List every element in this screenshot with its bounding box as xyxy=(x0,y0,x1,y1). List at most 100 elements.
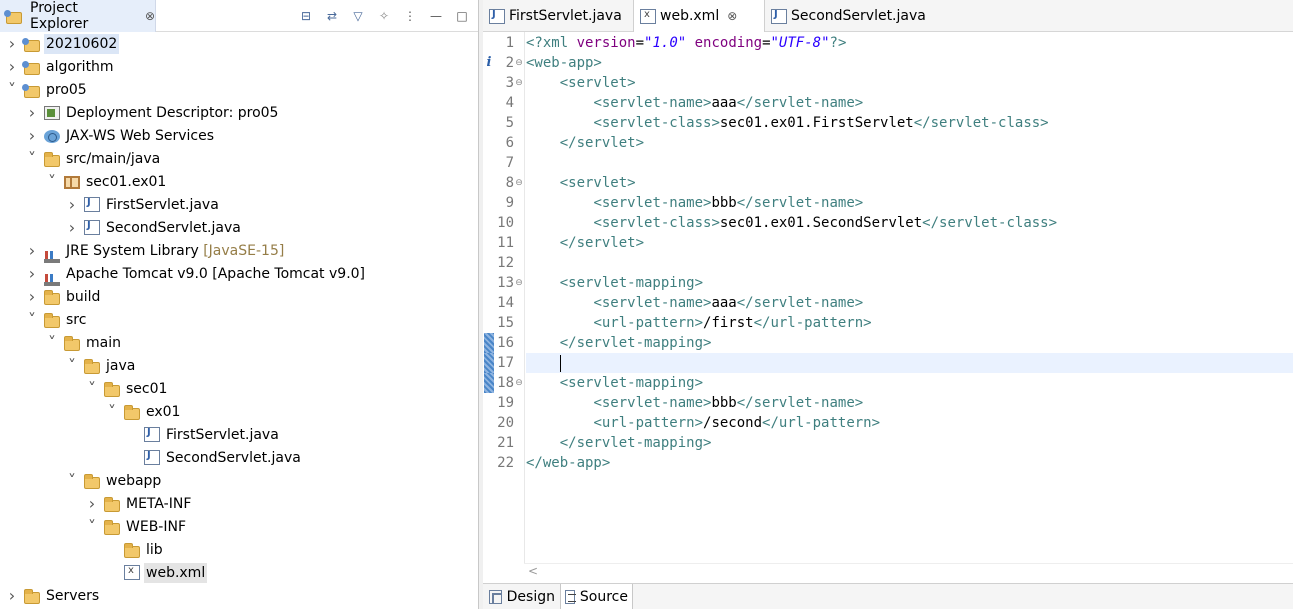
chevron-right-icon[interactable]: › xyxy=(6,586,18,605)
code-line[interactable]: </servlet> xyxy=(526,233,644,253)
tree-item[interactable]: ˅ WEB-INF xyxy=(0,515,478,538)
tree-item[interactable]: › SecondServlet.java xyxy=(0,216,478,239)
code-line[interactable]: <servlet> xyxy=(526,73,636,93)
tree-item[interactable]: ˅ ex01 xyxy=(0,400,478,423)
chevron-down-icon[interactable]: ˅ xyxy=(6,80,18,99)
filter-icon[interactable]: ▽ xyxy=(350,8,366,24)
editor-tab-label: FirstServlet.java xyxy=(509,8,622,24)
tree-item[interactable]: FirstServlet.java xyxy=(0,423,478,446)
code-line[interactable] xyxy=(526,353,1293,373)
tree-item[interactable]: › 20210602 xyxy=(0,32,478,55)
chevron-down-icon[interactable]: ˅ xyxy=(86,517,98,536)
code-line[interactable]: <url-pattern>/second</url-pattern> xyxy=(526,413,880,433)
chevron-right-icon[interactable]: › xyxy=(26,287,38,306)
collapse-all-icon[interactable]: ⊟ xyxy=(298,8,314,24)
chevron-right-icon[interactable]: › xyxy=(26,241,38,260)
tree-item[interactable]: › META-INF xyxy=(0,492,478,515)
code-line[interactable]: <servlet-class>sec01.ex01.FirstServlet</… xyxy=(526,113,1048,133)
editor-mode-tab[interactable]: Source xyxy=(560,584,633,609)
fold-toggle-icon[interactable]: ⊖ xyxy=(514,53,524,73)
tree-item[interactable]: › Servers xyxy=(0,584,478,607)
tree-item[interactable]: ˅ main xyxy=(0,331,478,354)
tree-item[interactable]: › JAX-WS Web Services xyxy=(0,124,478,147)
scroll-left-icon[interactable]: < xyxy=(528,564,538,578)
minimize-icon[interactable]: — xyxy=(428,8,444,24)
project-explorer-tab[interactable]: Project Explorer ⊗ xyxy=(0,0,156,32)
line-number: 20 xyxy=(497,415,514,431)
view-menu-icon[interactable]: ⋮ xyxy=(402,8,418,24)
code-line[interactable]: <?xml version="1.0" encoding="UTF-8"?> xyxy=(526,33,846,53)
code-line[interactable]: <web-app> xyxy=(526,53,602,73)
link-with-editor-icon[interactable]: ⇄ xyxy=(324,8,340,24)
code-line[interactable]: <servlet-mapping> xyxy=(526,373,703,393)
tree-item[interactable]: › Apache Tomcat v9.0 [Apache Tomcat v9.0] xyxy=(0,262,478,286)
chevron-down-icon[interactable]: ˅ xyxy=(86,379,98,398)
code-line[interactable]: </servlet-mapping> xyxy=(526,433,712,453)
chevron-down-icon[interactable]: ˅ xyxy=(66,356,78,375)
horizontal-scrollbar[interactable]: < xyxy=(524,563,1293,581)
code-line[interactable]: <servlet-name>aaa</servlet-name> xyxy=(526,293,863,313)
tree-item[interactable]: › Deployment Descriptor: pro05 xyxy=(0,101,478,124)
fold-toggle-icon[interactable]: ⊖ xyxy=(514,173,524,193)
tree-item[interactable]: › JRE System Library [JavaSE-15] xyxy=(0,239,478,263)
code-line[interactable]: <servlet-mapping> xyxy=(526,273,703,293)
maximize-icon[interactable]: □ xyxy=(454,8,470,24)
chevron-right-icon[interactable]: › xyxy=(6,34,18,53)
editor-tab[interactable]: FirstServlet.java xyxy=(483,0,633,32)
chevron-down-icon[interactable]: ˅ xyxy=(66,471,78,490)
chevron-right-icon[interactable]: › xyxy=(26,126,38,145)
chevron-right-icon[interactable]: › xyxy=(66,218,78,237)
chevron-right-icon[interactable]: › xyxy=(66,195,78,214)
code-token: </url-pattern> xyxy=(762,415,881,431)
settings-icon[interactable]: ✧ xyxy=(376,8,392,24)
code-line[interactable]: <servlet> xyxy=(526,173,636,193)
editor-mode-tab[interactable]: Design xyxy=(485,584,559,609)
code-line[interactable]: <servlet-name>aaa</servlet-name> xyxy=(526,93,863,113)
editor-tab[interactable]: SecondServlet.java xyxy=(765,0,926,32)
tree-item[interactable]: ˅ sec01.ex01 xyxy=(0,170,478,193)
code-token: /second xyxy=(703,415,763,431)
fold-toggle-icon[interactable]: ⊖ xyxy=(514,273,524,293)
code-line[interactable]: <servlet-name>bbb</servlet-name> xyxy=(526,393,863,413)
chevron-down-icon[interactable]: ˅ xyxy=(46,172,58,191)
code-line[interactable]: <servlet-name>bbb</servlet-name> xyxy=(526,193,863,213)
editor-tab[interactable]: web.xml ⊗ xyxy=(633,0,765,32)
tree-item[interactable]: SecondServlet.java xyxy=(0,446,478,469)
chevron-right-icon[interactable]: › xyxy=(6,57,18,76)
folder-icon xyxy=(84,473,100,489)
code-line[interactable]: </servlet> xyxy=(526,133,644,153)
tree-item[interactable]: › algorithm xyxy=(0,55,478,78)
tree-item-label: pro05 xyxy=(46,81,87,98)
tree-item[interactable]: ˅ sec01 xyxy=(0,377,478,400)
info-icon[interactable]: i xyxy=(483,53,495,73)
tree-item[interactable]: › build xyxy=(0,285,478,308)
fold-toggle-icon[interactable]: ⊖ xyxy=(514,73,524,93)
tree-item[interactable]: ˅ src xyxy=(0,308,478,331)
code-line[interactable]: <servlet-class>sec01.ex01.SecondServlet<… xyxy=(526,213,1057,233)
tree-item[interactable]: web.xml xyxy=(0,561,478,584)
fold-toggle-icon[interactable]: ⊖ xyxy=(514,373,524,393)
tree-item[interactable]: ˅ java xyxy=(0,354,478,377)
chevron-right-icon[interactable]: › xyxy=(26,264,38,283)
tree-item[interactable]: lib xyxy=(0,538,478,561)
tree-item[interactable]: ˅ pro05 xyxy=(0,78,478,101)
chevron-down-icon[interactable]: ˅ xyxy=(106,402,118,421)
code-line[interactable] xyxy=(526,253,534,273)
code-line[interactable] xyxy=(526,153,534,173)
close-icon[interactable]: ⊗ xyxy=(145,9,155,23)
line-number: 5 xyxy=(505,115,514,131)
code-line[interactable]: </web-app> xyxy=(526,453,610,473)
code-line[interactable]: <url-pattern>/first</url-pattern> xyxy=(526,313,871,333)
chevron-down-icon[interactable]: ˅ xyxy=(46,333,58,352)
chevron-down-icon[interactable]: ˅ xyxy=(26,149,38,168)
chevron-right-icon[interactable]: › xyxy=(86,494,98,513)
chevron-right-icon[interactable]: › xyxy=(26,103,38,122)
chevron-down-icon[interactable]: ˅ xyxy=(26,310,38,329)
tree-item[interactable]: › FirstServlet.java xyxy=(0,193,478,216)
code-line[interactable]: </servlet-mapping> xyxy=(526,333,712,353)
project-explorer-icon xyxy=(4,10,22,24)
close-icon[interactable]: ⊗ xyxy=(727,9,737,23)
tree-item[interactable]: ˅ src/main/java xyxy=(0,147,478,170)
tree-item[interactable]: ˅ webapp xyxy=(0,469,478,492)
